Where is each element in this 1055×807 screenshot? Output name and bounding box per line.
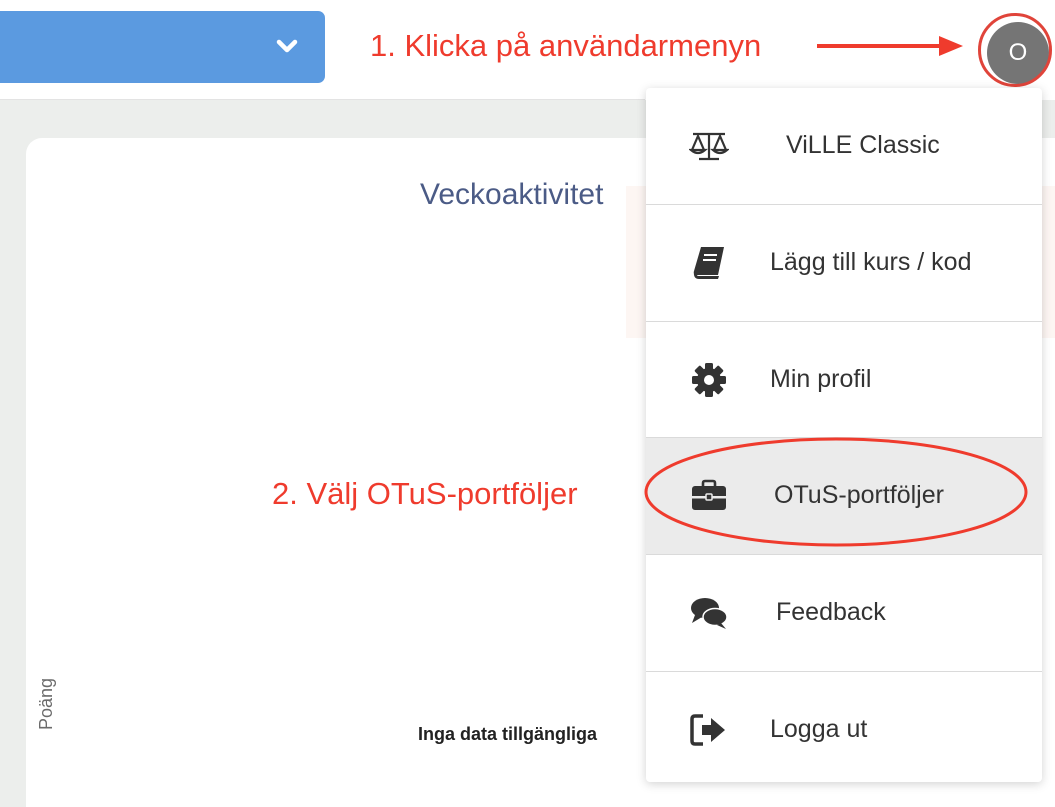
gear-icon: [692, 363, 726, 397]
menu-item-my-profile[interactable]: Min profil: [646, 322, 1042, 438]
no-data-message: Inga data tillgängliga: [418, 724, 598, 744]
chevron-down-icon: [276, 39, 298, 53]
scale-icon: [689, 132, 729, 161]
chart-title: Veckoaktivitet: [420, 178, 604, 211]
sign-out-icon: [690, 714, 725, 746]
annotation-circle: [978, 13, 1052, 87]
menu-item-log-out[interactable]: Logga ut: [646, 672, 1042, 788]
chart-ylabel: Poäng: [36, 677, 56, 730]
annotation-ellipse: [644, 437, 1028, 547]
course-selector[interactable]: [0, 11, 325, 83]
comments-icon: [691, 598, 728, 629]
book-icon: [693, 247, 724, 279]
menu-item-label: Min profil: [770, 365, 872, 393]
menu-item-feedback[interactable]: Feedback: [646, 555, 1042, 671]
menu-item-add-course[interactable]: Lägg till kurs / kod: [646, 205, 1042, 321]
menu-item-label: Feedback: [776, 598, 886, 626]
annotation-arrow-icon: [817, 36, 963, 56]
menu-item-label: ViLLE Classic: [786, 131, 940, 159]
menu-item-ville-classic[interactable]: ViLLE Classic: [646, 88, 1042, 204]
menu-item-label: Lägg till kurs / kod: [770, 248, 972, 276]
menu-item-label: Logga ut: [770, 715, 868, 743]
annotation-step-1: 1. Klicka på användarmenyn: [370, 28, 762, 63]
annotation-step-2: 2. Välj OTuS-portföljer: [272, 476, 578, 511]
